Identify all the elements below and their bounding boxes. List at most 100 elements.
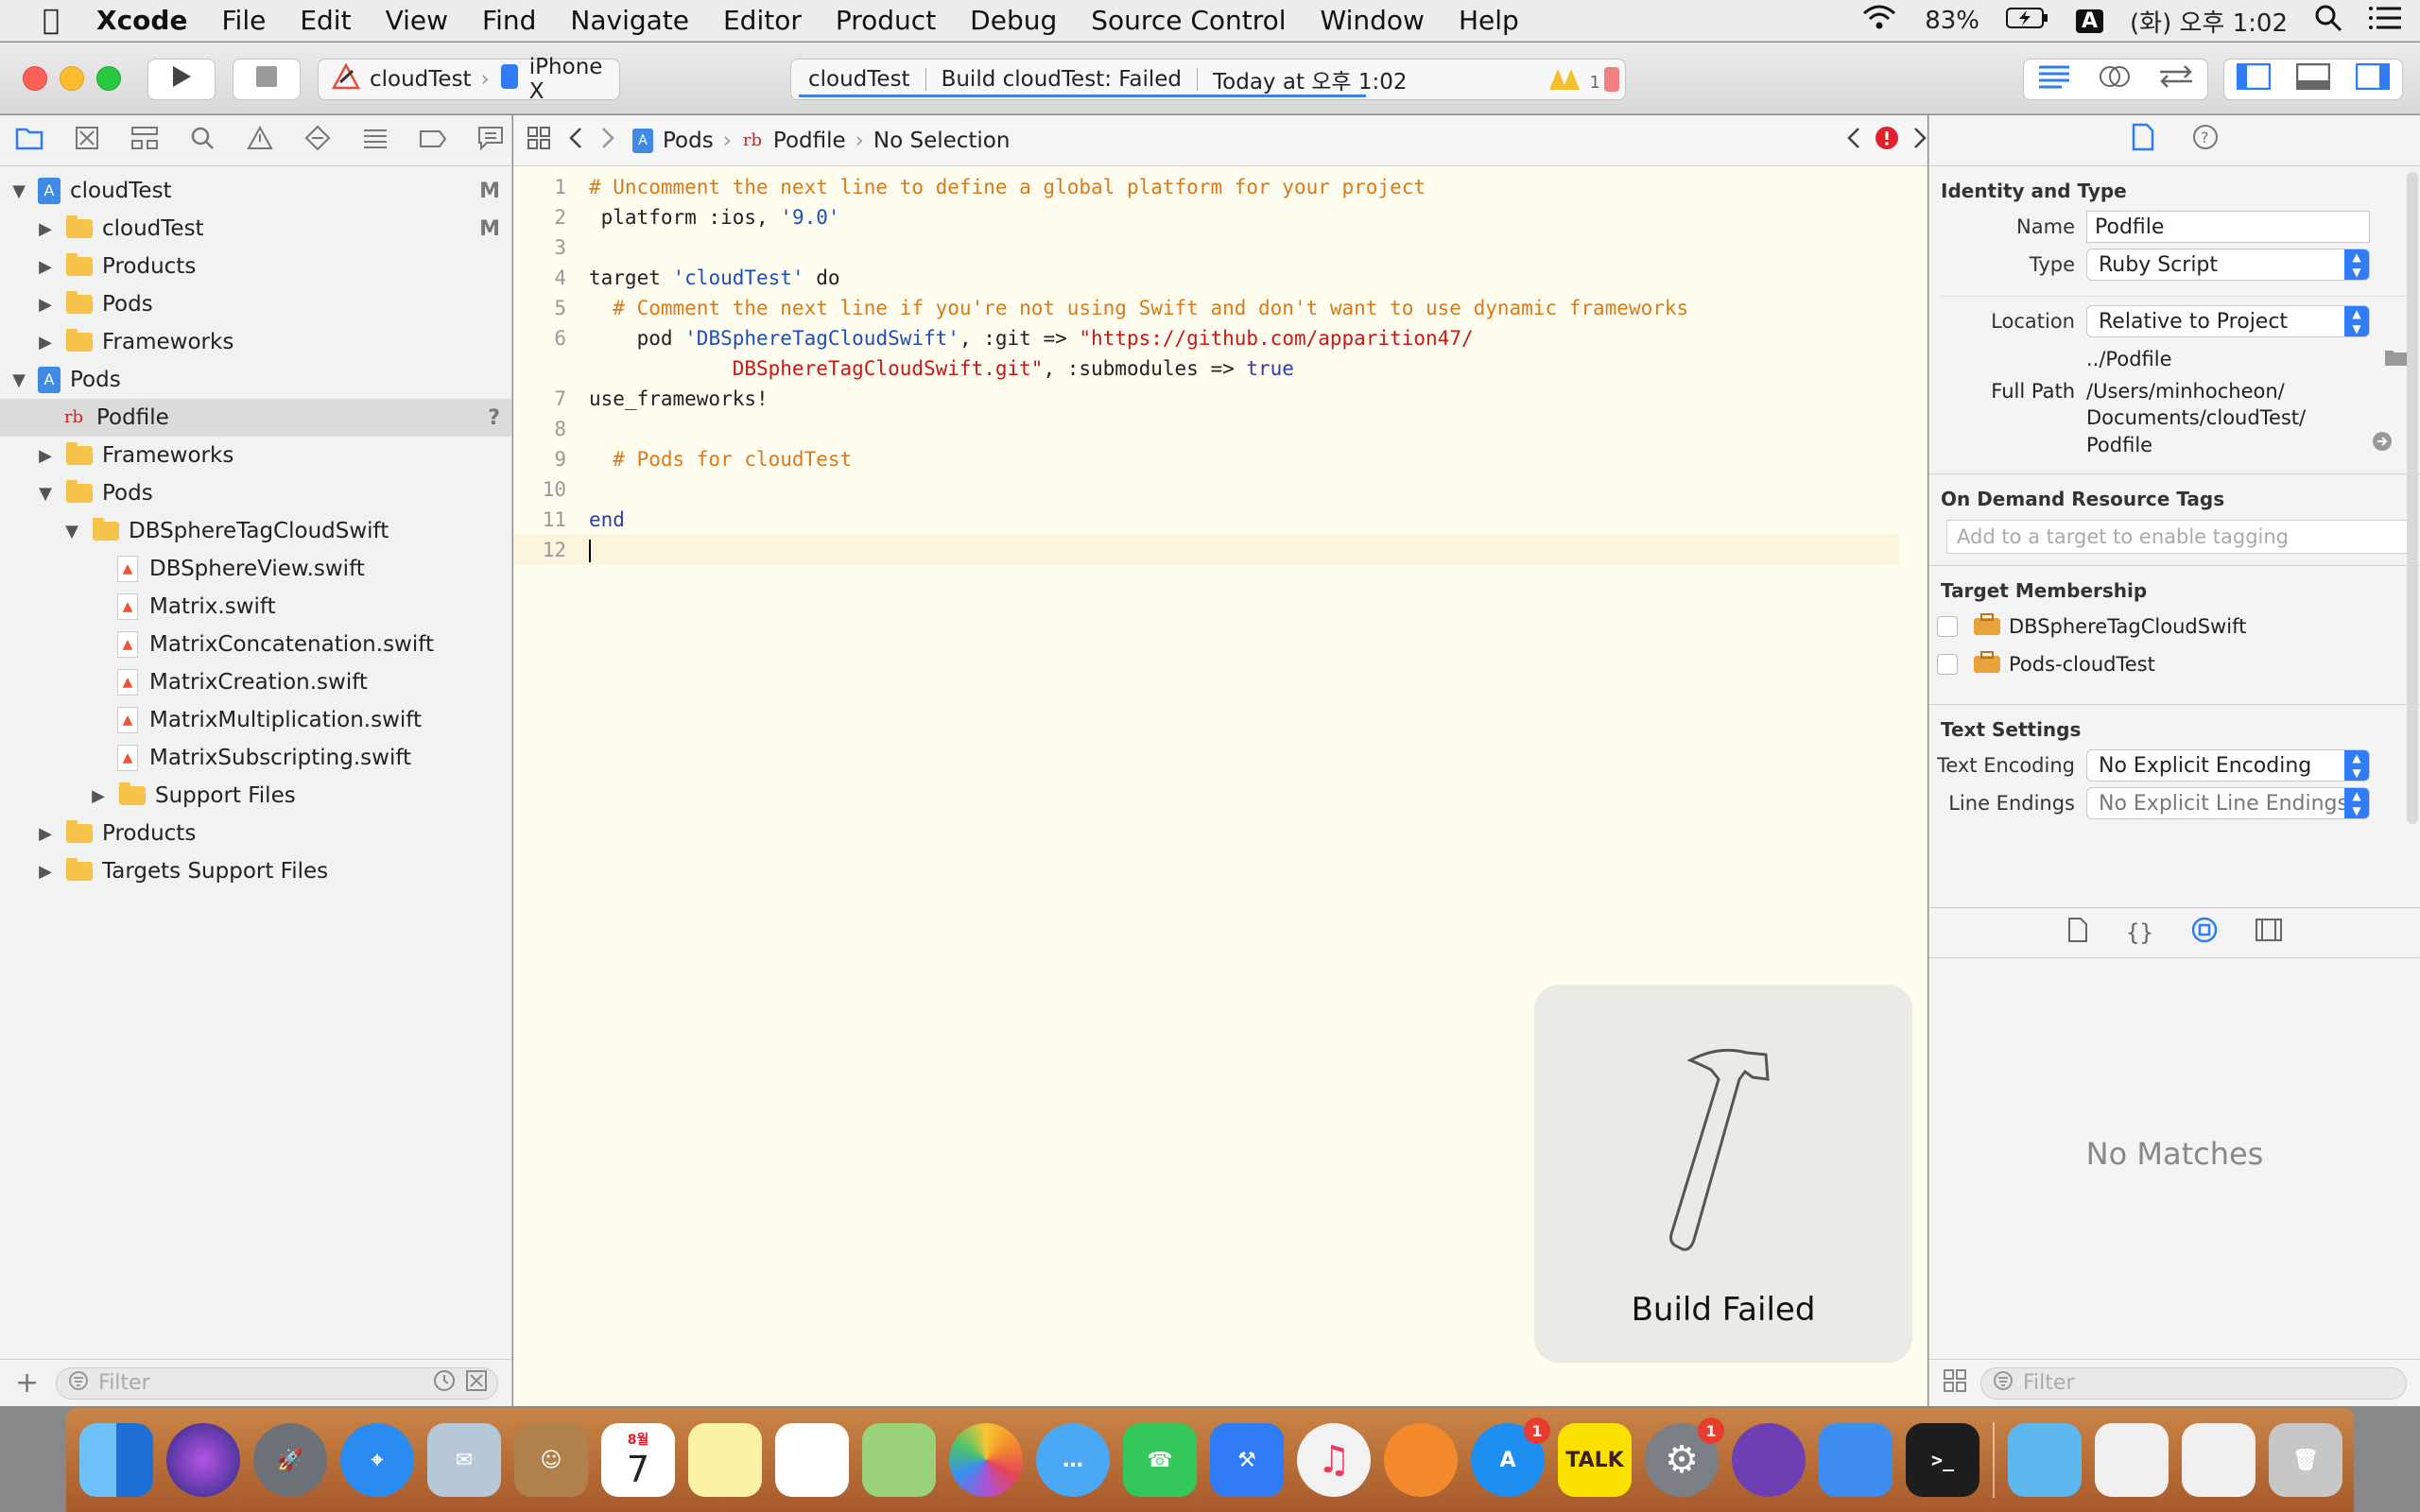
screenshot-stack-dock-icon[interactable] bbox=[2182, 1423, 2256, 1497]
system-preferences-dock-icon[interactable]: ⚙ 1 bbox=[1645, 1418, 1724, 1497]
battery-percent[interactable]: 83% bbox=[1925, 7, 1979, 35]
disclosure-open-icon[interactable]: ▼ bbox=[62, 522, 81, 541]
itunes-dock-icon[interactable]: ♫ bbox=[1297, 1423, 1371, 1497]
reminders-dock-icon[interactable] bbox=[775, 1423, 849, 1497]
disclosure-open-icon[interactable]: ▼ bbox=[9, 370, 28, 390]
stop-button[interactable] bbox=[233, 59, 301, 100]
tree-item-support-files[interactable]: ▶ Support Files bbox=[0, 777, 511, 815]
tree-item-pods-pods[interactable]: ▼ Pods bbox=[0, 474, 511, 512]
library-filter-input[interactable]: Filter bbox=[1980, 1366, 2407, 1400]
tree-item-pods-frameworks[interactable]: ▶ Frameworks bbox=[0, 437, 511, 474]
code-line[interactable]: 2 platform :ios, '9.0' bbox=[513, 202, 1899, 232]
menu-file[interactable]: File bbox=[204, 5, 283, 36]
code-line[interactable]: 1 # Uncomment the next line to define a g… bbox=[513, 172, 1899, 202]
disclosure-closed-icon[interactable]: ▶ bbox=[36, 824, 55, 844]
target-checkbox[interactable] bbox=[1937, 654, 1958, 675]
type-select[interactable]: Ruby Script ▲ ▼ bbox=[2086, 249, 2370, 281]
apple-menu-icon[interactable]:  bbox=[23, 4, 79, 37]
breadcrumb-no-selection[interactable]: No Selection bbox=[873, 129, 1011, 153]
back-icon[interactable] bbox=[568, 127, 583, 155]
recent-files-icon[interactable] bbox=[433, 1369, 456, 1398]
mail-dock-icon[interactable]: ✉ bbox=[427, 1423, 501, 1497]
breakpoint-navigator-icon[interactable] bbox=[419, 128, 447, 154]
code-line[interactable]: 9 # Pods for cloudTest bbox=[513, 444, 1899, 474]
code-line[interactable]: 11 end bbox=[513, 505, 1899, 535]
previous-issue-icon[interactable] bbox=[1846, 127, 1861, 155]
name-field[interactable]: Podfile bbox=[2086, 211, 2370, 243]
tree-item-podfile[interactable]: rb Podfile ? bbox=[0, 399, 511, 437]
choose-location-icon[interactable] bbox=[2384, 348, 2409, 371]
code-line[interactable]: DBSphereTagCloudSwift.git", :submodules … bbox=[513, 353, 1899, 384]
downloads-folder-dock-icon[interactable] bbox=[2008, 1423, 2082, 1497]
line-endings-select[interactable]: No Explicit Line Endings ▲ ▼ bbox=[2086, 787, 2370, 819]
tree-item-pods-project[interactable]: ▼ A Pods bbox=[0, 361, 511, 399]
tree-item-swift-file[interactable]: ▲ MatrixCreation.swift bbox=[0, 663, 511, 701]
document-stack-dock-icon[interactable] bbox=[2095, 1423, 2169, 1497]
assistant-editor-icon[interactable] bbox=[2099, 63, 2131, 95]
reveal-in-finder-icon[interactable] bbox=[2372, 431, 2393, 458]
run-button[interactable] bbox=[147, 59, 216, 100]
tree-item-cloudtest-group[interactable]: ▶ cloudTest M bbox=[0, 210, 511, 248]
contacts-dock-icon[interactable]: ☺ bbox=[514, 1423, 588, 1497]
code-line[interactable]: 8 bbox=[513, 414, 1899, 444]
launchpad-dock-icon[interactable]: 🚀 bbox=[253, 1423, 327, 1497]
disclosure-closed-icon[interactable]: ▶ bbox=[36, 333, 55, 352]
finder-dock-icon[interactable] bbox=[79, 1423, 153, 1497]
target-row[interactable]: DBSphereTagCloudSwift bbox=[1929, 608, 2420, 645]
forward-icon[interactable] bbox=[600, 127, 615, 155]
navigator-filter-input[interactable]: Filter bbox=[56, 1366, 498, 1400]
minimize-window-button[interactable] bbox=[60, 66, 84, 91]
object-library-icon[interactable] bbox=[2191, 917, 2218, 949]
target-row[interactable]: Pods-cloudTest bbox=[1929, 645, 2420, 683]
input-source-icon[interactable]: A bbox=[2076, 9, 2104, 33]
add-icon[interactable]: + bbox=[15, 1366, 39, 1400]
related-items-icon[interactable] bbox=[527, 126, 551, 156]
source-control-navigator-icon[interactable] bbox=[73, 126, 101, 156]
symbol-navigator-icon[interactable] bbox=[130, 126, 159, 156]
notes-dock-icon[interactable] bbox=[688, 1423, 762, 1497]
activity-view[interactable]: cloudTest Build cloudTest: Failed Today … bbox=[790, 59, 1626, 100]
scm-filter-icon[interactable] bbox=[465, 1369, 488, 1398]
maps-dock-icon[interactable] bbox=[862, 1423, 936, 1497]
debug-area-toggle-icon[interactable] bbox=[2295, 62, 2331, 95]
notification-center-icon[interactable] bbox=[2369, 6, 2401, 37]
tree-item-pods-group[interactable]: ▶ Pods bbox=[0, 285, 511, 323]
menu-source-control[interactable]: Source Control bbox=[1074, 5, 1303, 36]
wifi-icon[interactable] bbox=[1860, 4, 1898, 39]
terminal-dock-icon[interactable]: >_ bbox=[1906, 1423, 1979, 1497]
odr-tags-field[interactable]: Add to a target to enable tagging bbox=[1946, 520, 2409, 554]
error-badge-icon[interactable] bbox=[1875, 126, 1899, 156]
test-navigator-icon[interactable] bbox=[303, 125, 332, 157]
menu-debug[interactable]: Debug bbox=[953, 5, 1074, 36]
code-line[interactable]: 12 bbox=[513, 535, 1899, 565]
project-navigator-icon[interactable] bbox=[15, 126, 43, 156]
disclosure-open-icon[interactable]: ▼ bbox=[36, 484, 55, 504]
file-inspector-icon[interactable] bbox=[2132, 123, 2154, 158]
tree-item-swift-file[interactable]: ▲ MatrixSubscripting.swift bbox=[0, 739, 511, 777]
zoom-window-button[interactable] bbox=[96, 66, 121, 91]
tree-item-cloudtest-project[interactable]: ▼ A cloudTest M bbox=[0, 172, 511, 210]
breadcrumb-podfile[interactable]: Podfile bbox=[773, 129, 846, 153]
kakaotalk-dock-icon[interactable]: TALK bbox=[1558, 1423, 1632, 1497]
tree-item-swift-file[interactable]: ▲ MatrixConcatenation.swift bbox=[0, 626, 511, 663]
calendar-dock-icon[interactable]: 8월 7 bbox=[601, 1423, 675, 1497]
app-store-dock-icon[interactable]: A1 bbox=[1471, 1418, 1550, 1497]
menu-edit[interactable]: Edit bbox=[283, 5, 368, 36]
disclosure-closed-icon[interactable]: ▶ bbox=[36, 295, 55, 315]
quick-help-icon[interactable]: ? bbox=[2192, 124, 2219, 157]
menu-product[interactable]: Product bbox=[819, 5, 953, 36]
find-navigator-icon[interactable] bbox=[188, 126, 216, 156]
code-line[interactable]: 7 use_frameworks! bbox=[513, 384, 1899, 414]
messages-dock-icon[interactable]: … bbox=[1036, 1423, 1110, 1497]
facetime-dock-icon[interactable]: ☎ bbox=[1123, 1423, 1197, 1497]
file-template-library-icon[interactable] bbox=[2067, 917, 2088, 949]
code-area[interactable]: 1 # Uncomment the next line to define a g… bbox=[513, 172, 1899, 565]
debug-navigator-icon[interactable] bbox=[361, 127, 389, 155]
breadcrumb-pods[interactable]: Pods bbox=[663, 129, 714, 153]
photos-dock-icon[interactable] bbox=[949, 1423, 1023, 1497]
tree-item-swift-file[interactable]: ▲ MatrixMultiplication.swift bbox=[0, 701, 511, 739]
inspector-scrollbar[interactable] bbox=[2407, 172, 2418, 824]
trash-dock-icon[interactable]: 🗑 bbox=[2269, 1423, 2342, 1497]
media-library-icon[interactable] bbox=[2255, 919, 2282, 947]
location-select[interactable]: Relative to Project ▲ ▼ bbox=[2086, 305, 2370, 337]
